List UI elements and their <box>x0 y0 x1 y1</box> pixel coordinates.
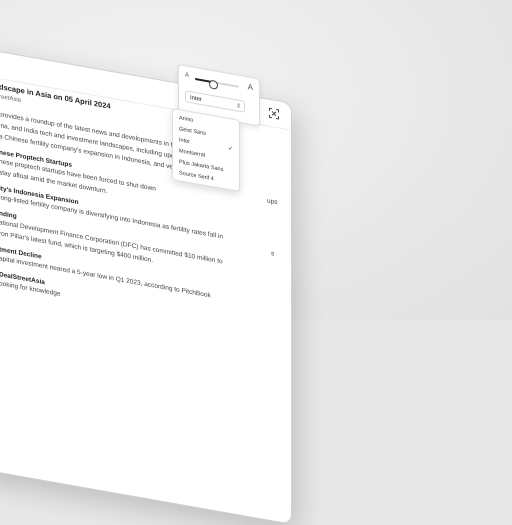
font-family-dropdown: Arimo Geist Sans Inter ✓ Montserrat Plus … <box>172 108 240 192</box>
chevron-updown-icon: ⇕ <box>235 103 241 111</box>
overflow-text: s <box>271 250 275 258</box>
font-size-row: A A <box>185 72 253 94</box>
font-size-slider[interactable] <box>195 77 239 90</box>
font-family-select[interactable]: Inter ⇕ <box>185 90 245 113</box>
font-size-small-label: A <box>185 72 190 79</box>
font-family-select-value: Inter <box>190 95 203 104</box>
font-size-large-label: A <box>247 82 253 93</box>
expand-icon[interactable] <box>267 105 281 121</box>
check-icon: ✓ <box>227 145 233 153</box>
font-size-slider-knob[interactable] <box>208 79 218 90</box>
overflow-text: ups <box>267 197 278 207</box>
